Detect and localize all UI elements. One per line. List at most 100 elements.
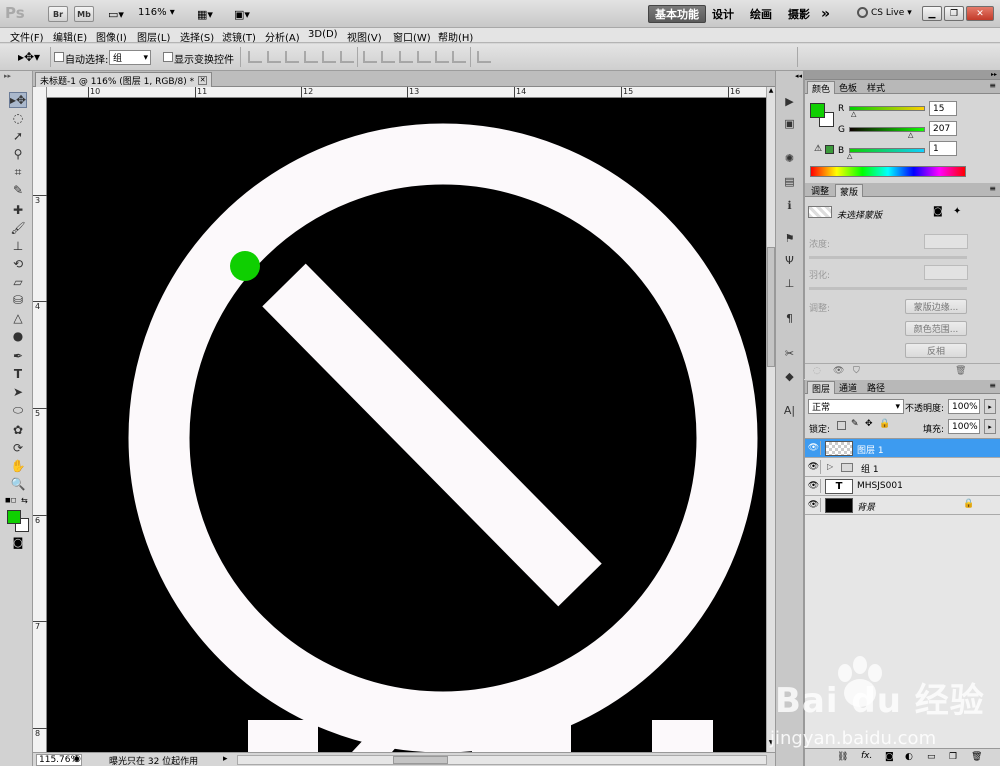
menu-3d[interactable]: 3D(D) <box>308 29 338 40</box>
view-extras-icon[interactable]: ▭▾ <box>103 7 129 21</box>
apply-mask-icon[interactable]: 👁 <box>833 366 844 376</box>
tab-styles[interactable]: 样式 <box>863 81 889 94</box>
lock-image-icon[interactable]: ✎ <box>851 419 859 429</box>
g-slider-handle[interactable]: △ <box>908 131 913 139</box>
menu-file[interactable]: 文件(F) <box>10 29 44 44</box>
info-panel-icon[interactable]: ℹ <box>781 198 798 213</box>
layer-name[interactable]: MHSJS001 <box>857 481 903 491</box>
align-bottom-icon[interactable] <box>285 51 299 63</box>
layer-name[interactable]: 图层 1 <box>857 443 884 456</box>
arrange-documents-icon[interactable]: ▦▾ <box>192 7 218 21</box>
horizontal-scroll-thumb[interactable] <box>393 756 448 764</box>
menu-window[interactable]: 窗口(W) <box>393 29 431 44</box>
layer-row-text[interactable]: 👁 T MHSJS001 <box>805 477 1000 496</box>
document-tab[interactable]: 未标题-1 @ 116% (图层 1, RGB/8) * ✕ <box>35 72 213 87</box>
align-hcenter-icon[interactable] <box>322 51 336 63</box>
menu-help[interactable]: 帮助(H) <box>438 29 473 44</box>
document-canvas[interactable] <box>47 98 766 752</box>
lock-all-icon[interactable]: 🔒 <box>879 419 890 429</box>
type-tool-icon[interactable]: T <box>9 366 27 382</box>
auto-select-checkbox[interactable] <box>54 52 64 62</box>
3d-orbit-tool-icon[interactable]: ⟳ <box>9 440 27 456</box>
color-panel-foreground[interactable] <box>810 103 825 118</box>
restore-button[interactable]: ❐ <box>944 6 964 21</box>
menu-edit[interactable]: 编辑(E) <box>53 29 87 44</box>
tab-masks[interactable]: 蒙版 <box>835 184 864 198</box>
actions-panel-icon[interactable]: ▣ <box>781 116 798 131</box>
b-value-input[interactable]: 1 <box>929 141 957 156</box>
zoom-tool-icon[interactable]: 🔍 <box>9 476 27 492</box>
clone-stamp-tool-icon[interactable]: ⊥ <box>9 238 27 254</box>
quick-selection-tool-icon[interactable]: ⚲ <box>9 146 27 162</box>
bridge-button[interactable]: Br <box>48 6 68 22</box>
swap-colors-icon[interactable]: ⇆ <box>21 496 28 505</box>
tab-paths[interactable]: 路径 <box>863 381 889 394</box>
tab-adjustments[interactable]: 调整 <box>807 184 833 197</box>
layer-row-group1[interactable]: 👁 ▷ 组 1 <box>805 458 1000 477</box>
marquee-tool-icon[interactable]: ◌ <box>9 110 27 126</box>
visibility-eye-icon[interactable]: 👁 <box>807 441 821 455</box>
screen-mode-icon[interactable]: ▣▾ <box>229 7 255 21</box>
character-icon[interactable]: A| <box>781 403 798 418</box>
collapse-panels-icon[interactable]: ▸▸ <box>991 71 997 78</box>
more-workspaces-button[interactable]: » <box>815 5 836 23</box>
character-panel-icon[interactable]: Ψ <box>781 253 798 268</box>
blend-mode-dropdown[interactable]: 正常 ▾ <box>808 399 904 414</box>
horizontal-scrollbar[interactable] <box>237 755 767 765</box>
lock-position-icon[interactable]: ✥ <box>865 419 873 429</box>
paint-bucket-tool-icon[interactable]: ⛁ <box>9 292 27 308</box>
link-layers-icon[interactable]: ⛓ <box>837 752 848 762</box>
expand-strip-icon[interactable]: ◂◂ <box>795 72 802 80</box>
minimize-button[interactable]: ▁ <box>922 6 942 21</box>
crop-tool-icon[interactable]: ⌗ <box>9 164 27 180</box>
workspace-painting[interactable]: 绘画 <box>744 5 778 23</box>
layer-row-layer1[interactable]: 👁 图层 1 <box>805 439 1000 458</box>
tab-color[interactable]: 颜色 <box>807 81 836 95</box>
tab-layers[interactable]: 图层 <box>807 381 836 395</box>
default-colors-icon[interactable]: ◼◻ <box>5 496 17 504</box>
cs-live-button[interactable]: CS Live ▾ <box>857 7 912 18</box>
menu-filter[interactable]: 滤镜(T) <box>222 29 256 44</box>
vertical-ruler[interactable]: 3 4 5 6 7 8 <box>33 87 47 752</box>
panel-menu-icon[interactable]: ≡ <box>989 381 996 390</box>
menu-image[interactable]: 图像(I) <box>96 29 127 44</box>
lock-transparent-icon[interactable] <box>837 421 846 430</box>
scroll-thumb[interactable] <box>767 247 775 367</box>
align-vcenter-icon[interactable] <box>267 51 281 63</box>
opacity-input[interactable]: 100% <box>948 399 980 414</box>
gamut-warning-icon[interactable]: ⚠ <box>814 144 822 154</box>
distribute-left-icon[interactable] <box>417 51 431 63</box>
distribute-vcenter-icon[interactable] <box>381 51 395 63</box>
zoom-level-dropdown[interactable]: 116% ▾ <box>138 7 175 18</box>
path-selection-tool-icon[interactable]: ➤ <box>9 384 27 400</box>
clone-source-panel-icon[interactable]: ▤ <box>781 174 798 189</box>
distribute-hcenter-icon[interactable] <box>435 51 449 63</box>
workspace-essentials[interactable]: 基本功能 <box>648 5 706 23</box>
b-slider[interactable] <box>849 148 925 153</box>
brush-tool-icon[interactable]: 🖌 <box>9 220 27 236</box>
brushes-panel-icon[interactable]: ✺ <box>781 151 798 166</box>
density-input[interactable] <box>924 234 968 249</box>
foreground-color-swatch[interactable] <box>7 510 21 524</box>
delete-mask-icon[interactable]: 🗑 <box>955 366 966 376</box>
gamut-swatch[interactable] <box>825 145 834 154</box>
paragraph-styles-icon[interactable]: ⊥ <box>781 276 798 291</box>
paragraph-panel-icon[interactable]: ¶ <box>781 311 798 326</box>
new-group-icon[interactable]: ▭ <box>927 752 936 762</box>
add-pixel-mask-icon[interactable]: ◙ <box>933 206 943 217</box>
status-menu-arrow[interactable]: ▸ <box>223 754 228 764</box>
add-mask-icon[interactable]: ◙ <box>885 752 894 762</box>
move-tool-preset-icon[interactable]: ▸✥▾ <box>14 49 44 65</box>
show-transform-checkbox[interactable] <box>163 52 173 62</box>
pen-tool-icon[interactable]: ✒ <box>9 348 27 364</box>
layer-style-icon[interactable]: fx. <box>861 751 872 761</box>
delete-layer-icon[interactable]: 🗑 <box>971 752 982 762</box>
3d-rotate-tool-icon[interactable]: ✿ <box>9 422 27 438</box>
quick-mask-icon[interactable]: ◙ <box>10 535 26 549</box>
history-brush-tool-icon[interactable]: ⟲ <box>9 256 27 272</box>
fill-slider-arrow[interactable]: ▸ <box>984 419 996 434</box>
add-vector-mask-icon[interactable]: ✦ <box>953 206 961 217</box>
collapse-toolbar-icon[interactable]: ▸▸ <box>4 72 11 80</box>
vertical-scrollbar[interactable]: ▲ ▼ <box>766 87 775 752</box>
blur-tool-icon[interactable]: △ <box>9 310 27 326</box>
